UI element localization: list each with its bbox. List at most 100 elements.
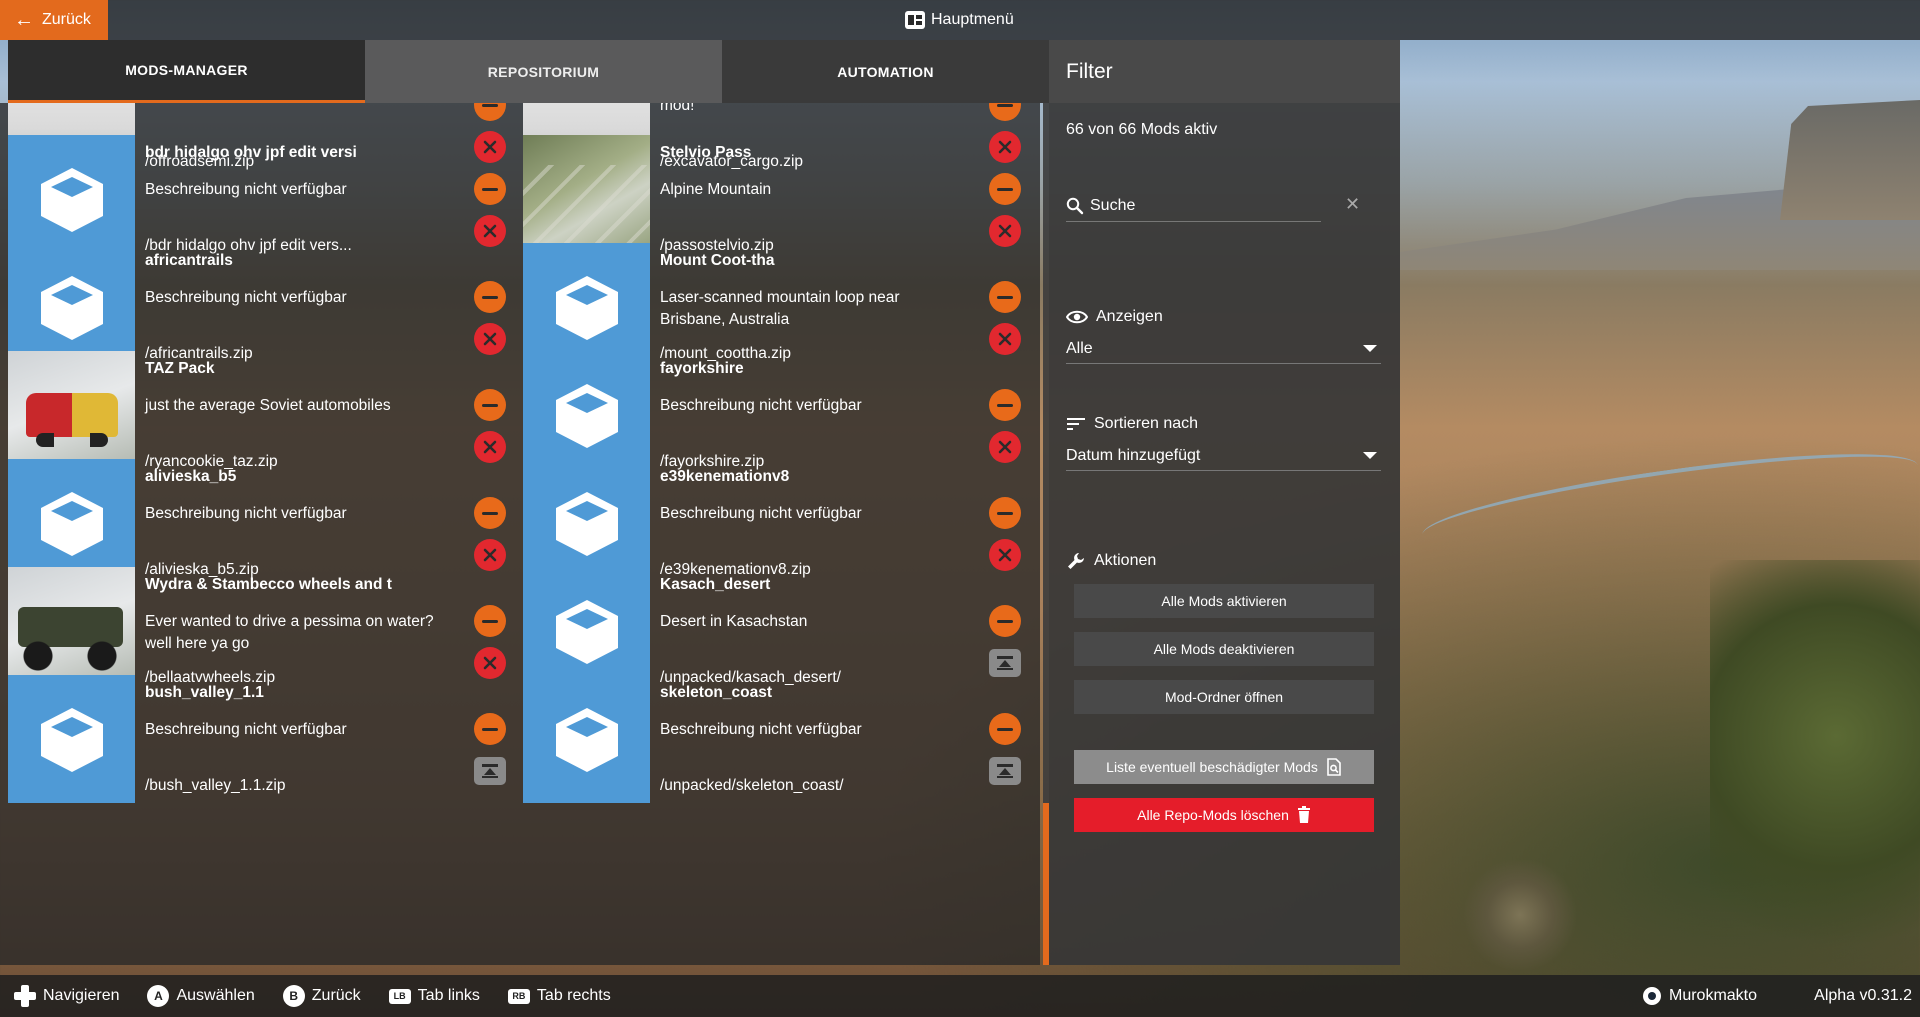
mod-thumbnail	[8, 675, 135, 803]
damaged-mods-label: Liste eventuell beschädigter Mods	[1106, 759, 1318, 775]
pack-mod-button[interactable]	[989, 757, 1021, 785]
tab-automation[interactable]: AUTOMATION	[722, 40, 1049, 103]
steam-icon	[1643, 987, 1661, 1005]
mod-description: Beschreibung nicht verfügbar	[145, 505, 347, 522]
deactivate-mod-button[interactable]	[474, 389, 506, 421]
search-icon	[1066, 197, 1084, 214]
pack-mod-button[interactable]	[474, 757, 506, 785]
upload-icon	[481, 763, 499, 779]
deactivate-all-button[interactable]: Alle Mods deaktivieren	[1074, 632, 1374, 666]
mod-thumbnail	[523, 675, 650, 803]
activate-all-button[interactable]: Alle Mods aktivieren	[1074, 584, 1374, 618]
background-tree	[1710, 560, 1920, 1000]
deactivate-mod-button[interactable]	[474, 173, 506, 205]
mod-description: Alpine Mountain	[660, 181, 772, 198]
truck-image	[18, 607, 123, 671]
mod-description: Beschreibung nicht verfügbar	[660, 721, 862, 738]
mod-description: Beschreibung nicht verfügbar	[145, 181, 347, 198]
close-icon	[483, 224, 497, 238]
deactivate-mod-button[interactable]	[989, 605, 1021, 637]
back-button[interactable]: ← Zurück	[0, 0, 108, 40]
close-icon	[483, 332, 497, 346]
hint-select-label: Auswählen	[176, 987, 255, 1004]
background-bush	[1460, 860, 1580, 970]
mod-package-icon	[552, 380, 622, 450]
sort-select[interactable]: Datum hinzugefügt	[1066, 441, 1381, 471]
hint-back[interactable]: B Zurück	[282, 985, 361, 1007]
mod-description: Ever wanted to drive a pessima on water?…	[145, 613, 434, 652]
bumper-lb-icon: LB	[388, 988, 411, 1004]
mod-title: alivieska_b5	[145, 468, 237, 485]
mod-description: Desert in Kasachstan	[660, 613, 808, 630]
mod-title: africantrails	[145, 252, 233, 269]
hint-navigate[interactable]: Navigieren	[14, 985, 119, 1007]
mod-package-icon	[552, 596, 622, 666]
dpad-icon	[14, 985, 36, 1007]
wrench-icon	[1068, 553, 1084, 569]
main-menu-label: Hauptmenü	[931, 11, 1014, 28]
deactivate-mod-button[interactable]	[474, 713, 506, 745]
mod-title: fayorkshire	[660, 360, 744, 377]
deactivate-mod-button[interactable]	[474, 497, 506, 529]
hint-tab-left[interactable]: LB Tab links	[388, 987, 480, 1005]
deactivate-mod-button[interactable]	[989, 281, 1021, 313]
close-icon	[483, 656, 497, 670]
tab-repository[interactable]: REPOSITORIUM	[365, 40, 722, 103]
mod-description: mod!	[660, 103, 695, 114]
caret-down-icon	[1363, 452, 1377, 459]
damaged-mods-button[interactable]: Liste eventuell beschädigter Mods	[1074, 750, 1374, 784]
close-icon	[483, 440, 497, 454]
hint-select[interactable]: A Auswählen	[147, 985, 255, 1007]
deactivate-mod-button[interactable]	[989, 497, 1021, 529]
open-mod-folder-button[interactable]: Mod-Ordner öffnen	[1074, 680, 1374, 714]
mod-description: Laser-scanned mountain loop near Brisban…	[660, 289, 900, 328]
mod-title: Kasach_desert	[660, 576, 771, 593]
show-select[interactable]: Alle	[1066, 334, 1381, 364]
mods-list[interactable]: /offroadsemi.zip bdr hidalgo ohv jpf edit…	[0, 103, 1040, 965]
mod-description: Beschreibung nicht verfügbar	[660, 397, 862, 414]
close-icon	[998, 440, 1012, 454]
mod-card[interactable]: skeleton_coast Beschreibung nicht verfügb…	[523, 675, 1033, 803]
user-info: Murokmakto	[1643, 975, 1757, 1017]
deactivate-mod-button[interactable]	[989, 713, 1021, 745]
deactivate-mod-button[interactable]	[989, 389, 1021, 421]
main-menu-title[interactable]: Hauptmenü	[905, 0, 1014, 40]
mod-description: just the average Soviet automobiles	[145, 397, 391, 414]
show-value: Alle	[1066, 339, 1093, 357]
close-icon	[483, 548, 497, 562]
close-icon	[998, 224, 1012, 238]
sort-value: Datum hinzugefügt	[1066, 446, 1201, 464]
username: Murokmakto	[1669, 987, 1758, 1004]
mods-active-count: 66 von 66 Mods aktiv	[1066, 121, 1218, 138]
tab-mods-manager[interactable]: MODS-MANAGER	[8, 40, 365, 103]
mod-package-icon	[37, 164, 107, 234]
filter-panel: Filter 66 von 66 Mods aktiv Suche ✕ Anze…	[1049, 40, 1400, 965]
search-input[interactable]: Suche	[1066, 190, 1321, 222]
mod-description: Beschreibung nicht verfügbar	[660, 505, 862, 522]
mod-description: Beschreibung nicht verfügbar	[145, 721, 347, 738]
deactivate-mod-button[interactable]	[989, 173, 1021, 205]
sort-label: Sortieren nach	[1094, 415, 1199, 432]
pack-mod-button[interactable]	[989, 649, 1021, 677]
mod-package-icon	[37, 488, 107, 558]
clear-search-icon[interactable]: ✕	[1345, 194, 1360, 215]
deactivate-mod-button[interactable]	[989, 103, 1021, 121]
mod-package-icon	[37, 272, 107, 342]
mod-title: bush_valley_1.1	[145, 684, 264, 701]
deactivate-mod-button[interactable]	[474, 281, 506, 313]
hint-back-label: Zurück	[311, 987, 361, 1004]
mod-title: TAZ Pack	[145, 360, 215, 377]
sort-icon	[1067, 418, 1085, 430]
deactivate-mod-button[interactable]	[474, 103, 506, 121]
delete-repo-mods-button[interactable]: Alle Repo-Mods löschen	[1074, 798, 1374, 832]
hint-tab-right[interactable]: RB Tab rechts	[507, 987, 611, 1005]
show-section-label: Anzeigen	[1066, 308, 1163, 326]
deactivate-mod-button[interactable]	[474, 605, 506, 637]
filter-title: Filter	[1049, 40, 1400, 103]
mod-card[interactable]: bush_valley_1.1 Beschreibung nicht verfüg…	[8, 675, 518, 803]
background-river	[1418, 435, 1920, 565]
mod-package-icon	[552, 704, 622, 774]
close-icon	[998, 548, 1012, 562]
hint-tab-left-label: Tab links	[417, 987, 480, 1004]
mod-title: skeleton_coast	[660, 684, 772, 701]
